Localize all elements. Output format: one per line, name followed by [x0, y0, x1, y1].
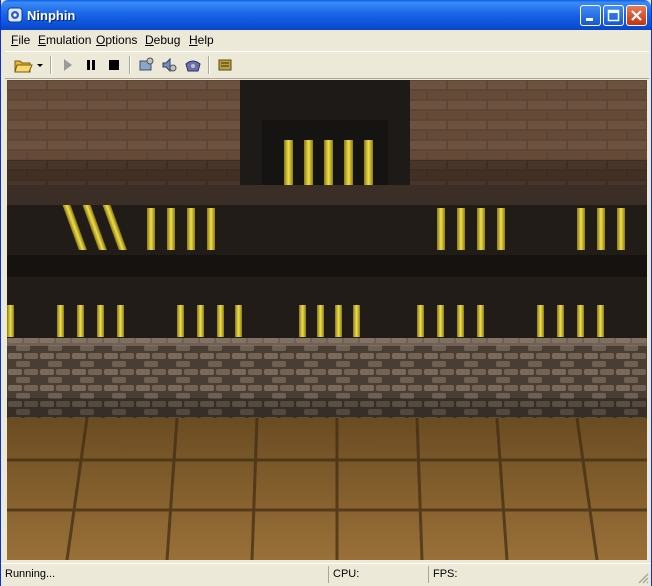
menu-bar: File Emulation Options Debug Help	[5, 30, 649, 50]
cpu-settings-icon[interactable]	[136, 55, 156, 75]
app-window: Ninphin File Emulation Options Debug Hel…	[0, 0, 652, 586]
menu-help-label: elp	[197, 33, 214, 47]
menu-emulation-accel: E	[38, 33, 47, 47]
status-bar: Running... CPU: FPS:	[1, 563, 651, 586]
menu-file[interactable]: File	[11, 33, 30, 47]
close-icon	[631, 10, 642, 21]
open-folder-icon[interactable]	[13, 55, 45, 75]
maximize-icon	[607, 9, 620, 22]
play-icon[interactable]	[57, 55, 77, 75]
minimize-icon	[586, 18, 593, 21]
stop-icon[interactable]	[104, 55, 124, 75]
menu-help[interactable]: Help	[189, 33, 214, 47]
menu-emulation-label: mulation	[46, 33, 92, 47]
emulator-display[interactable]	[7, 80, 647, 560]
menu-debug-label: ebug	[153, 33, 181, 47]
app-icon	[7, 7, 23, 23]
toolbar-separator	[50, 56, 52, 74]
status-state: Running...	[5, 568, 56, 580]
minimize-button[interactable]	[580, 5, 601, 26]
menu-options-label: ptions	[105, 33, 138, 47]
menu-file-label: ile	[18, 33, 31, 47]
menu-help-accel: H	[189, 33, 198, 47]
plugin-settings-icon[interactable]	[215, 55, 235, 75]
game-scene	[7, 80, 647, 560]
menu-debug[interactable]: Debug	[145, 33, 180, 47]
toolbar-separator	[208, 56, 210, 74]
toolbar	[5, 51, 649, 79]
status-fps: FPS:	[428, 566, 623, 583]
window-title: Ninphin	[27, 8, 76, 23]
menu-options[interactable]: Options	[96, 33, 137, 47]
maximize-button[interactable]	[603, 5, 624, 26]
menu-options-accel: O	[96, 33, 106, 47]
menu-debug-accel: D	[145, 33, 154, 47]
pause-icon[interactable]	[81, 55, 101, 75]
close-button[interactable]	[626, 5, 647, 26]
resize-grip-icon[interactable]	[637, 572, 649, 584]
title-bar[interactable]: Ninphin	[1, 0, 651, 30]
status-cpu: CPU:	[328, 566, 423, 583]
menu-emulation[interactable]: Emulation	[38, 33, 91, 47]
audio-settings-icon[interactable]	[159, 55, 179, 75]
controller-settings-icon[interactable]	[183, 55, 203, 75]
toolbar-separator	[129, 56, 131, 74]
